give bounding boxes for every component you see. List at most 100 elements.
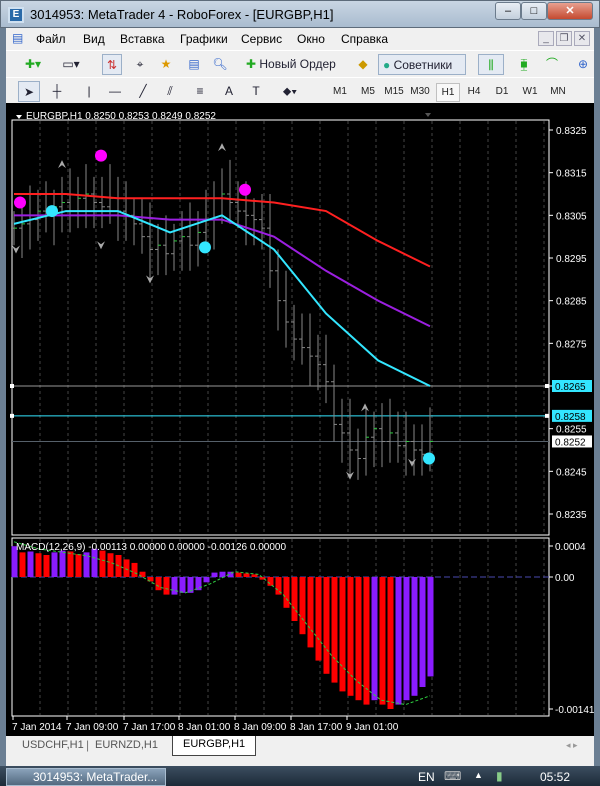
price-tick-label: 0.8255	[556, 425, 587, 436]
chart-window[interactable]: 0.8325 0.8315 0.8305 0.8295 0.8285 0.8275 0.82…	[6, 103, 595, 736]
trendline-tool[interactable]: ╱	[132, 81, 154, 102]
menu-window[interactable]: Окно	[297, 32, 325, 46]
mdi-close-button[interactable]: ✕	[574, 31, 590, 46]
macd-histogram-bar	[123, 559, 130, 577]
timeframe-w1[interactable]: W1	[518, 83, 542, 100]
new-order-button[interactable]: ✚ Новый Ордер	[246, 54, 350, 75]
signal-dot	[46, 205, 58, 218]
chart-header: EURGBP,H1 0.8250 0.8253 0.8249 0.8252	[26, 111, 216, 122]
horizontal-line-tool[interactable]: —	[104, 81, 126, 102]
new-order-label: Новый Ордер	[259, 57, 336, 71]
price-bar	[155, 223, 161, 276]
signal-dot	[199, 241, 211, 254]
timeframe-d1[interactable]: D1	[490, 83, 514, 100]
main-chart-frame	[11, 119, 550, 536]
tab-eurnzd[interactable]: EURNZD,H1	[95, 739, 158, 751]
alert-icon[interactable]: ◆	[354, 54, 372, 75]
tab-usdchf[interactable]: USDCHF,H1	[22, 739, 84, 751]
menu-insert[interactable]: Вставка	[120, 32, 165, 46]
price-bar	[395, 411, 401, 463]
menu-file[interactable]: Файл	[36, 32, 66, 46]
price-bar	[75, 176, 81, 229]
arrow-down-icon	[408, 458, 416, 467]
macd-histogram-bar	[59, 550, 66, 577]
timeframe-h1[interactable]: H1	[436, 83, 460, 102]
price-tick-label: 0.8315	[556, 169, 587, 180]
experts-button[interactable]: ● Советники	[378, 54, 466, 75]
macd-histogram-bar	[67, 551, 74, 577]
macd-histogram-bar	[195, 577, 202, 591]
timeframe-m5[interactable]: M5	[356, 83, 380, 100]
price-tick-label: 0.8305	[556, 211, 587, 222]
experts-icon: ●	[383, 58, 394, 72]
macd-histogram-bar	[395, 577, 402, 705]
taskbar-app-label: 3014953: MetaTrader...	[33, 770, 158, 784]
fibonacci-tool[interactable]: ≡	[188, 81, 212, 102]
chart-shift-marker	[425, 113, 431, 117]
status-bar	[6, 758, 594, 766]
text-tool[interactable]: A	[220, 81, 238, 102]
timeframe-m15[interactable]: M15	[382, 83, 406, 100]
data-window-button[interactable]: ⌖	[130, 54, 150, 75]
price-bar	[115, 176, 121, 241]
timeframe-m1[interactable]: M1	[328, 83, 352, 100]
macd-histogram-bar	[131, 562, 138, 577]
new-chart-button[interactable]: ✚▾	[18, 54, 48, 75]
app-icon: E	[8, 7, 24, 23]
tab-eurgbp[interactable]: EURGBP,H1	[172, 736, 257, 756]
line-chart-button[interactable]: ⌒	[540, 54, 564, 75]
language-indicator[interactable]: EN	[418, 770, 435, 784]
collapse-icon	[16, 115, 22, 119]
taskbar-app-button[interactable]: 3014953: MetaTrader...	[6, 768, 166, 786]
profiles-button[interactable]: ▭▾	[56, 54, 86, 75]
macd-histogram-bar	[315, 577, 322, 661]
zoom-in-button[interactable]: ⊕	[574, 54, 592, 75]
close-button[interactable]: ✕	[547, 2, 593, 20]
timeframe-m30[interactable]: M30	[408, 83, 432, 100]
menu-help[interactable]: Справка	[341, 32, 388, 46]
keyboard-icon[interactable]: ⌨	[444, 769, 461, 783]
experts-label: Советники	[393, 58, 453, 72]
price-bar	[339, 398, 345, 463]
arrow-down-icon	[97, 241, 105, 250]
menu-charts[interactable]: Графики	[180, 32, 228, 46]
market-watch-button[interactable]: ⇅	[102, 54, 122, 75]
macd-histogram-bar	[27, 551, 34, 577]
menu-tools[interactable]: Сервис	[241, 32, 282, 46]
ma-fast-line	[13, 210, 431, 387]
arrow-up-icon	[218, 143, 226, 152]
clock[interactable]: 05:52	[540, 770, 570, 784]
terminal-button[interactable]: ▤	[184, 54, 204, 75]
arrows-tool[interactable]: ⬥▾	[276, 81, 304, 102]
text-label-tool[interactable]: T	[246, 81, 266, 102]
show-hidden-icons[interactable]: ▲	[474, 770, 483, 780]
menu-view[interactable]: Вид	[83, 32, 105, 46]
timeframe-mn[interactable]: MN	[546, 83, 570, 100]
tab-scroll-arrows[interactable]: ◂ ▸	[566, 740, 578, 751]
mdi-restore-button[interactable]: ❐	[556, 31, 572, 46]
macd-histogram-bar	[411, 577, 418, 696]
macd-tick-label: 0.00	[555, 573, 575, 584]
price-chart[interactable]: 0.8325 0.8315 0.8305 0.8295 0.8285 0.8275 0.82…	[6, 103, 595, 736]
vertical-line-tool[interactable]: |	[80, 81, 98, 102]
crosshair-tool[interactable]: ┼	[46, 81, 68, 102]
macd-histogram-bar	[51, 552, 58, 577]
candlestick-button[interactable]: ⧯	[512, 54, 536, 75]
macd-histogram-bar	[75, 554, 82, 577]
price-label-bid: 0.8252	[555, 437, 586, 448]
navigator-button[interactable]: ★	[156, 54, 176, 75]
strategy-tester-button[interactable]: 🔍︎	[210, 54, 230, 75]
network-icon[interactable]: ▮	[496, 769, 503, 783]
macd-histogram-bar	[163, 577, 170, 595]
maximize-button[interactable]: □	[521, 2, 547, 20]
equidistant-channel-tool[interactable]: ⫽	[158, 81, 182, 102]
macd-histogram-bar	[211, 572, 218, 577]
macd-histogram-bar	[339, 577, 346, 692]
bar-chart-button[interactable]: ⫼	[478, 54, 504, 75]
minimize-button[interactable]: –	[495, 2, 521, 20]
cursor-tool[interactable]: ➤	[18, 81, 40, 102]
mdi-minimize-button[interactable]: _	[538, 31, 554, 46]
standard-toolbar: ✚▾ ▭▾ ⇅ ⌖ ★ ▤ 🔍︎ ✚ Новый Ордер ◆ ● Совет…	[6, 50, 594, 77]
arrow-up-icon	[361, 403, 369, 412]
timeframe-h4[interactable]: H4	[462, 83, 486, 100]
